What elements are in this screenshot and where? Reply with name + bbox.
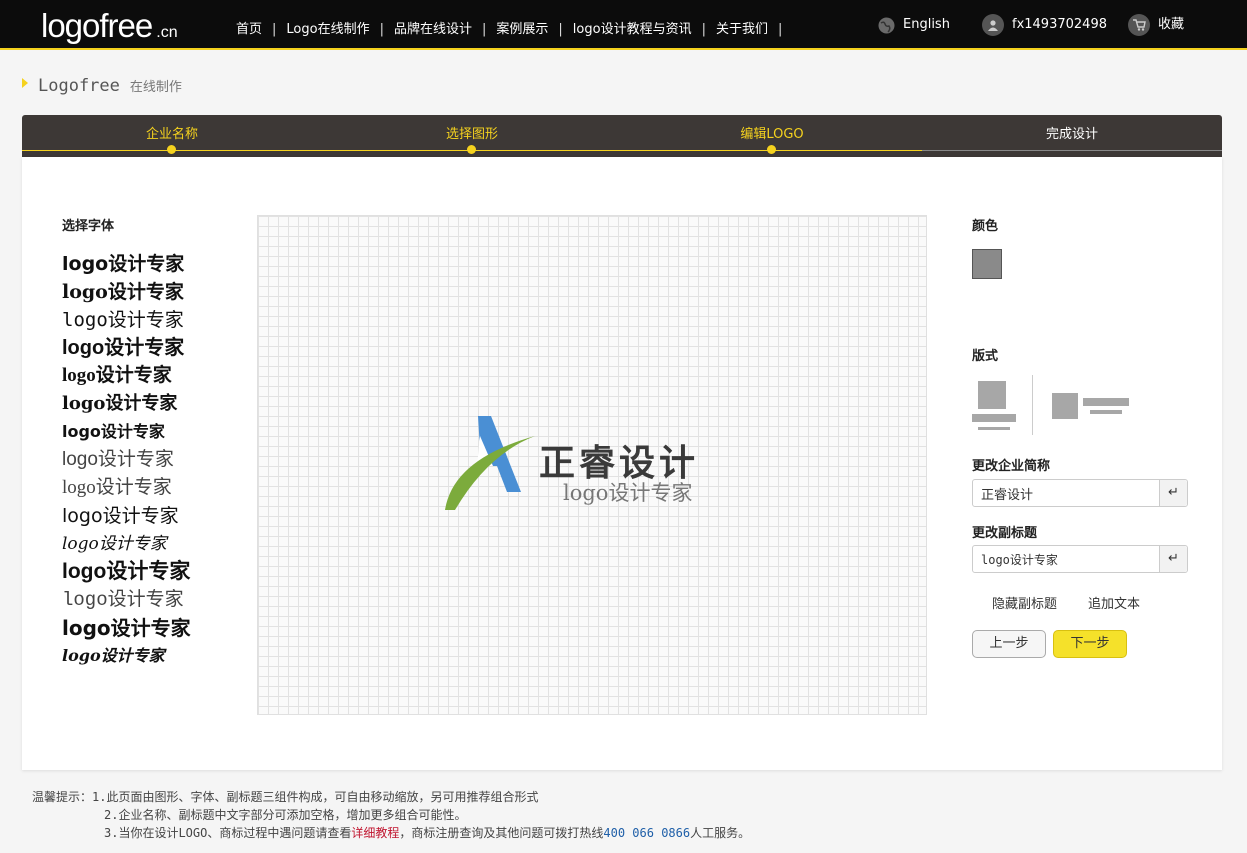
step-dot bbox=[767, 145, 776, 154]
nav-home[interactable]: 首页 bbox=[226, 20, 272, 40]
triangle-icon bbox=[22, 78, 28, 88]
font-option[interactable]: logo设计专家 bbox=[62, 586, 232, 614]
tip-text: 2.企业名称、副标题中文字部分可添加空格，增加更多组合可能性。 bbox=[104, 808, 467, 822]
breadcrumb-main: Logofree bbox=[38, 76, 120, 96]
company-name-label: 更改企业简称 bbox=[972, 459, 1051, 474]
prev-step-button[interactable]: 上一步 bbox=[972, 630, 1046, 658]
favorite-label: 收藏 bbox=[1158, 17, 1185, 32]
step-label: 编辑LOGO bbox=[740, 127, 804, 142]
tip-line-3: 3.当你在设计LOGO、商标过程中遇问题请查看详细教程，商标注册查询及其他问题可… bbox=[32, 824, 750, 842]
font-option[interactable]: logo设计专家 bbox=[62, 642, 232, 670]
settings-panel: 颜色 版式 更改企业简称 ↵ 更改副标题 ↵ 隐藏副标题 追加文本 上一步 下一… bbox=[972, 157, 1202, 757]
tip-line-1: 温馨提示：1.此页面由图形、字体、副标题三组件构成，可自由移动缩放，另可用推荐组… bbox=[32, 788, 750, 806]
font-option[interactable]: logo设计专家 bbox=[62, 446, 232, 474]
font-option[interactable]: logo设计专家 bbox=[62, 278, 232, 306]
editor-panel: 选择字体 logo设计专家 logo设计专家 logo设计专家 logo设计专家… bbox=[22, 157, 1222, 770]
subtitle-label: 更改副标题 bbox=[972, 526, 1038, 541]
username: fx1493702498 bbox=[1012, 17, 1107, 32]
tip-line-2: 2.企业名称、副标题中文字部分可添加空格，增加更多组合可能性。 bbox=[32, 806, 750, 824]
color-swatch[interactable] bbox=[972, 249, 1002, 279]
breadcrumb-sub: 在线制作 bbox=[129, 80, 182, 95]
logo-subtitle[interactable]: logo设计专家 bbox=[563, 477, 692, 507]
font-option[interactable]: logo设计专家 bbox=[62, 334, 232, 362]
nav-brand-design[interactable]: 品牌在线设计 bbox=[384, 20, 482, 40]
hotline-number: 400 066 0866 bbox=[603, 826, 691, 840]
lang-switch[interactable]: English bbox=[877, 12, 950, 38]
main-nav: 首页 | Logo在线制作 | 品牌在线设计 | 案例展示 | logo设计教程与资讯 |… bbox=[226, 20, 782, 40]
favorite-link[interactable]: 收藏 bbox=[1128, 12, 1184, 38]
tip-text: 3.当你在设计LOGO、商标过程中遇问题请查看 bbox=[104, 826, 352, 840]
logo-graphic[interactable] bbox=[443, 414, 538, 514]
nav-logo-maker[interactable]: Logo在线制作 bbox=[276, 20, 379, 40]
design-canvas[interactable]: 正睿设计 logo设计专家 bbox=[257, 215, 927, 715]
step-label: 完成设计 bbox=[1045, 127, 1098, 142]
add-text-link[interactable]: 追加文本 bbox=[1088, 593, 1140, 612]
step-label: 企业名称 bbox=[145, 127, 198, 142]
font-panel-title: 选择字体 bbox=[62, 219, 115, 234]
layout-vertical-option[interactable] bbox=[972, 377, 1022, 437]
font-list: logo设计专家 logo设计专家 logo设计专家 logo设计专家 logo… bbox=[62, 250, 232, 670]
font-option[interactable]: logo设计专家 bbox=[62, 474, 232, 502]
font-option[interactable]: logo设计专家 bbox=[62, 390, 232, 418]
layout-horizontal-option[interactable] bbox=[1052, 392, 1142, 422]
progress-steps: 企业名称 选择图形 编辑LOGO 完成设计 bbox=[22, 115, 1222, 157]
font-option[interactable]: logo设计专家 bbox=[62, 250, 232, 278]
enter-icon[interactable]: ↵ bbox=[1159, 546, 1187, 572]
site-logo[interactable]: logofree .cn bbox=[41, 6, 178, 53]
logo-text: logofree bbox=[41, 7, 153, 44]
breadcrumb: Logofree 在线制作 bbox=[22, 76, 182, 96]
tip-text: 1.此页面由图形、字体、副标题三组件构成，可自由移动缩放，另可用推荐组合形式 bbox=[92, 790, 539, 804]
subtitle-field: ↵ bbox=[972, 545, 1188, 573]
layout-divider bbox=[1032, 375, 1033, 435]
nav-cases[interactable]: 案例展示 bbox=[486, 20, 558, 40]
company-name-input[interactable] bbox=[973, 480, 1157, 506]
step-dot bbox=[467, 145, 476, 154]
tutorial-link[interactable]: 详细教程 bbox=[351, 826, 399, 840]
step-label: 选择图形 bbox=[445, 127, 498, 142]
font-option[interactable]: logo设计专家 bbox=[62, 306, 232, 334]
step-company-name[interactable]: 企业名称 bbox=[22, 123, 322, 154]
font-option[interactable]: logo设计专家 bbox=[62, 614, 232, 642]
font-option[interactable]: logo设计专家 bbox=[62, 418, 232, 446]
font-option[interactable]: logo设计专家 bbox=[62, 502, 232, 530]
step-finish[interactable]: 完成设计 bbox=[922, 123, 1222, 142]
font-option[interactable]: logo设计专家 bbox=[62, 530, 232, 558]
user-icon bbox=[982, 14, 1004, 36]
enter-icon[interactable]: ↵ bbox=[1159, 480, 1187, 506]
font-option[interactable]: logo设计专家 bbox=[62, 558, 232, 586]
next-step-button[interactable]: 下一步 bbox=[1053, 630, 1127, 658]
tips-label: 温馨提示： bbox=[32, 790, 93, 804]
user-account[interactable]: fx1493702498 bbox=[982, 12, 1107, 38]
color-title: 颜色 bbox=[972, 219, 999, 234]
cart-icon bbox=[1128, 14, 1150, 36]
lang-label: English bbox=[903, 17, 950, 32]
nav-about[interactable]: 关于我们 bbox=[706, 20, 778, 40]
tip-text: ，商标注册查询及其他问题可拨打热线 bbox=[399, 826, 604, 840]
company-name-field: ↵ bbox=[972, 479, 1188, 507]
logo-suffix: .cn bbox=[156, 24, 178, 41]
subtitle-input[interactable] bbox=[973, 546, 1157, 572]
layout-title: 版式 bbox=[972, 349, 999, 364]
hide-subtitle-link[interactable]: 隐藏副标题 bbox=[992, 593, 1057, 612]
tips-section: 温馨提示：1.此页面由图形、字体、副标题三组件构成，可自由移动缩放，另可用推荐组… bbox=[32, 788, 750, 842]
globe-icon bbox=[877, 14, 895, 36]
step-choose-shape[interactable]: 选择图形 bbox=[322, 123, 622, 154]
nav-separator: | bbox=[777, 22, 783, 37]
progress-line-pending bbox=[922, 150, 1222, 151]
nav-tutorials[interactable]: logo设计教程与资讯 bbox=[563, 20, 702, 40]
tip-text: 人工服务。 bbox=[690, 826, 751, 840]
step-edit-logo[interactable]: 编辑LOGO bbox=[622, 123, 922, 154]
font-option[interactable]: logo设计专家 bbox=[62, 362, 232, 390]
top-nav-bar: logofree .cn 首页 | Logo在线制作 | 品牌在线设计 | 案例展示 | … bbox=[0, 0, 1247, 50]
step-dot bbox=[167, 145, 176, 154]
